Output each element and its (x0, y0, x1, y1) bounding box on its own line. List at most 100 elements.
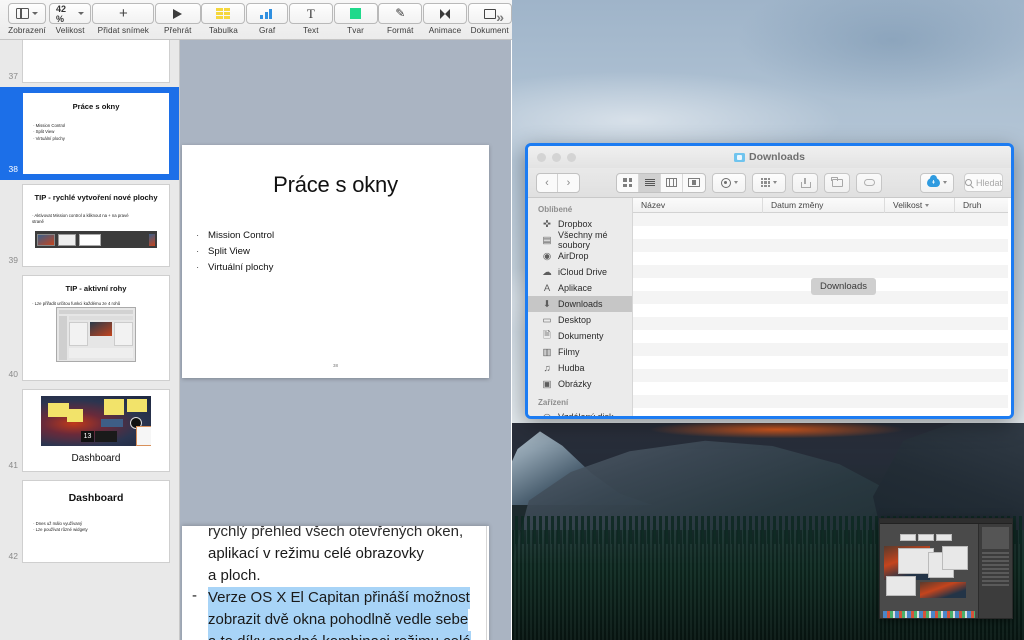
preview-canvas (880, 524, 978, 618)
navigator-slide-42[interactable]: 42 Dashboard Dnes už málo využívaný Lze … (0, 476, 179, 567)
slide-canvas[interactable]: Práce s okny Mission Control Split View … (180, 40, 511, 640)
new-folder-button[interactable] (824, 172, 850, 193)
navigator-slide-40[interactable]: 40 TIP - aktivní rohy Lze přiřadit určit… (0, 271, 179, 385)
sidebar-item-remote-disc[interactable]: ◎ Vzdálený disk (528, 409, 632, 417)
finder-file-list[interactable]: Název Datum změny Velikost Druh Download… (633, 198, 1011, 416)
sidebar-item-downloads[interactable]: ⬇ Downloads (528, 296, 632, 312)
toolbar-label-format: Formát (387, 26, 414, 35)
table-row[interactable] (633, 369, 1011, 382)
sidebar-item-documents[interactable]: 🗎 Dokumenty (528, 328, 632, 344)
chevron-down-icon (733, 181, 738, 184)
toolbar-item-format[interactable]: ✎ Formát (378, 3, 423, 35)
table-row[interactable] (633, 239, 1011, 252)
coverflow-view-button[interactable] (683, 174, 705, 192)
sidebar-item-icloud-drive[interactable]: ☁ iCloud Drive (528, 264, 632, 280)
table-row[interactable] (633, 265, 1011, 278)
toolbar-item-chart[interactable]: Graf (246, 3, 289, 35)
sidebar-item-all-files[interactable]: ▤ Všechny mé soubory (528, 230, 632, 250)
sidebar-item-movies[interactable]: ▥ Filmy (528, 344, 632, 360)
arrange-menu-button[interactable] (752, 172, 786, 193)
chevron-down-icon (78, 12, 85, 15)
sidebar-item-pictures[interactable]: ▣ Obrázky (528, 376, 632, 392)
finder-toolbar: ‹ › Hledat (528, 168, 1011, 198)
search-field[interactable]: Hledat (963, 173, 1003, 192)
column-header-name[interactable]: Název (633, 198, 763, 213)
table-row[interactable] (633, 330, 1011, 343)
table-row[interactable] (633, 213, 1011, 226)
navigator-slide-37[interactable]: 37 (0, 40, 179, 87)
toolbar-item-view[interactable]: Zobrazení (7, 3, 47, 35)
thumb-image-strip (35, 231, 157, 248)
slide-number: 42 (8, 551, 18, 561)
thumb-title: Dashboard (71, 453, 121, 464)
column-header-date-modified[interactable]: Datum změny (763, 198, 885, 213)
navigator-slide-39[interactable]: 39 TIP - rychlé vytvoření nové plochy Ak… (0, 180, 179, 271)
file-list-scrollbar[interactable] (1008, 198, 1011, 416)
column-header-size[interactable]: Velikost (885, 198, 955, 213)
text-document-page[interactable]: rychlý přehled všech otevřených oken, ap… (182, 526, 489, 640)
table-row[interactable] (633, 356, 1011, 369)
action-menu-button[interactable] (712, 172, 746, 193)
screenshot-preview-thumbnail[interactable] (879, 518, 1013, 619)
tags-button[interactable] (856, 172, 882, 193)
document-scrollbar[interactable] (486, 526, 489, 640)
navigator-slide-38[interactable]: 38 Práce s okny Mission Control Split Vi… (0, 87, 179, 180)
table-row[interactable] (633, 252, 1011, 265)
sidebar-item-applications[interactable]: A Aplikace (528, 280, 632, 296)
file-list-column-headers[interactable]: Název Datum změny Velikost Druh (633, 198, 1011, 213)
navigation-buttons[interactable]: ‹ › (536, 172, 580, 193)
chevron-down-icon (773, 181, 777, 184)
sidebar-item-desktop[interactable]: ▭ Desktop (528, 312, 632, 328)
toolbar-item-table[interactable]: Tabulka (201, 3, 246, 35)
toolbar-item-document[interactable]: Dokument (467, 3, 512, 35)
column-view-button[interactable] (661, 173, 683, 192)
toolbar-item-shape[interactable]: Tvar (333, 3, 378, 35)
finder-sidebar[interactable]: Oblíbené ✜ Dropbox ▤ Všechny mé soubory … (528, 198, 633, 416)
thumb-dashboard-image: 13 (41, 396, 151, 446)
table-row[interactable] (633, 226, 1011, 239)
dropbox-button[interactable] (919, 172, 954, 193)
toolbar-item-play[interactable]: Přehrát (154, 3, 201, 35)
table-row[interactable] (633, 317, 1011, 330)
table-row[interactable] (633, 382, 1011, 395)
finder-titlebar[interactable]: Downloads (528, 146, 1011, 168)
toolbar-item-size[interactable]: 42 % Velikost (49, 3, 92, 35)
sidebar-item-label: Všechny mé soubory (558, 230, 608, 250)
slide-bullet: Split View (196, 244, 489, 260)
icon-view-button[interactable] (617, 173, 639, 192)
forward-button[interactable]: › (558, 174, 579, 192)
toolbar-label-animate: Animace (428, 26, 462, 35)
toolbar-item-animate[interactable]: Animace (422, 3, 467, 35)
table-row[interactable] (633, 408, 1011, 416)
document-icon (483, 8, 496, 19)
sidebar-item-airdrop[interactable]: ◉ AirDrop (528, 248, 632, 264)
current-slide[interactable]: Práce s okny Mission Control Split View … (182, 145, 489, 378)
remote-disc-icon: ◎ (541, 411, 553, 417)
table-row[interactable] (633, 304, 1011, 317)
keynote-toolbar: Zobrazení 42 % Velikost + Přidat snímek … (0, 0, 512, 40)
toolbar-overflow-button[interactable]: » (496, 9, 504, 25)
view-mode-segmented-control[interactable] (616, 172, 706, 193)
share-button[interactable] (792, 172, 818, 193)
sidebar-item-label: Dokumenty (558, 331, 604, 341)
desktop[interactable]: Downloads ‹ › Hledat Oblíbené ✜ Dropbox … (512, 0, 1024, 640)
file-list-rows[interactable] (633, 213, 1011, 416)
drag-proxy-label: Downloads (811, 278, 876, 295)
sidebar-item-music[interactable]: ♫ Hudba (528, 360, 632, 376)
toolbar-item-text[interactable]: T Text (288, 3, 333, 35)
finder-window[interactable]: Downloads ‹ › Hledat Oblíbené ✜ Dropbox … (525, 143, 1014, 419)
movies-icon: ▥ (542, 346, 552, 358)
column-header-kind[interactable]: Druh (955, 198, 1011, 213)
table-row[interactable] (633, 395, 1011, 408)
toolbar-item-add-slide[interactable]: + Přidat snímek (92, 3, 155, 35)
back-button[interactable]: ‹ (537, 173, 558, 192)
slide-navigator[interactable]: 37 38 Práce s okny Mission Control Split… (0, 40, 180, 640)
list-view-button[interactable] (639, 173, 661, 192)
finder-title-area: Downloads (528, 151, 1011, 163)
thumb-title: TIP - rychlé vytvoření nové plochy (34, 193, 158, 202)
shape-icon (350, 8, 362, 19)
table-row[interactable] (633, 343, 1011, 356)
slide-number: 38 (8, 164, 18, 174)
finder-main: Oblíbené ✜ Dropbox ▤ Všechny mé soubory … (528, 198, 1011, 416)
navigator-slide-41[interactable]: 41 13 Dashboard (0, 385, 179, 476)
